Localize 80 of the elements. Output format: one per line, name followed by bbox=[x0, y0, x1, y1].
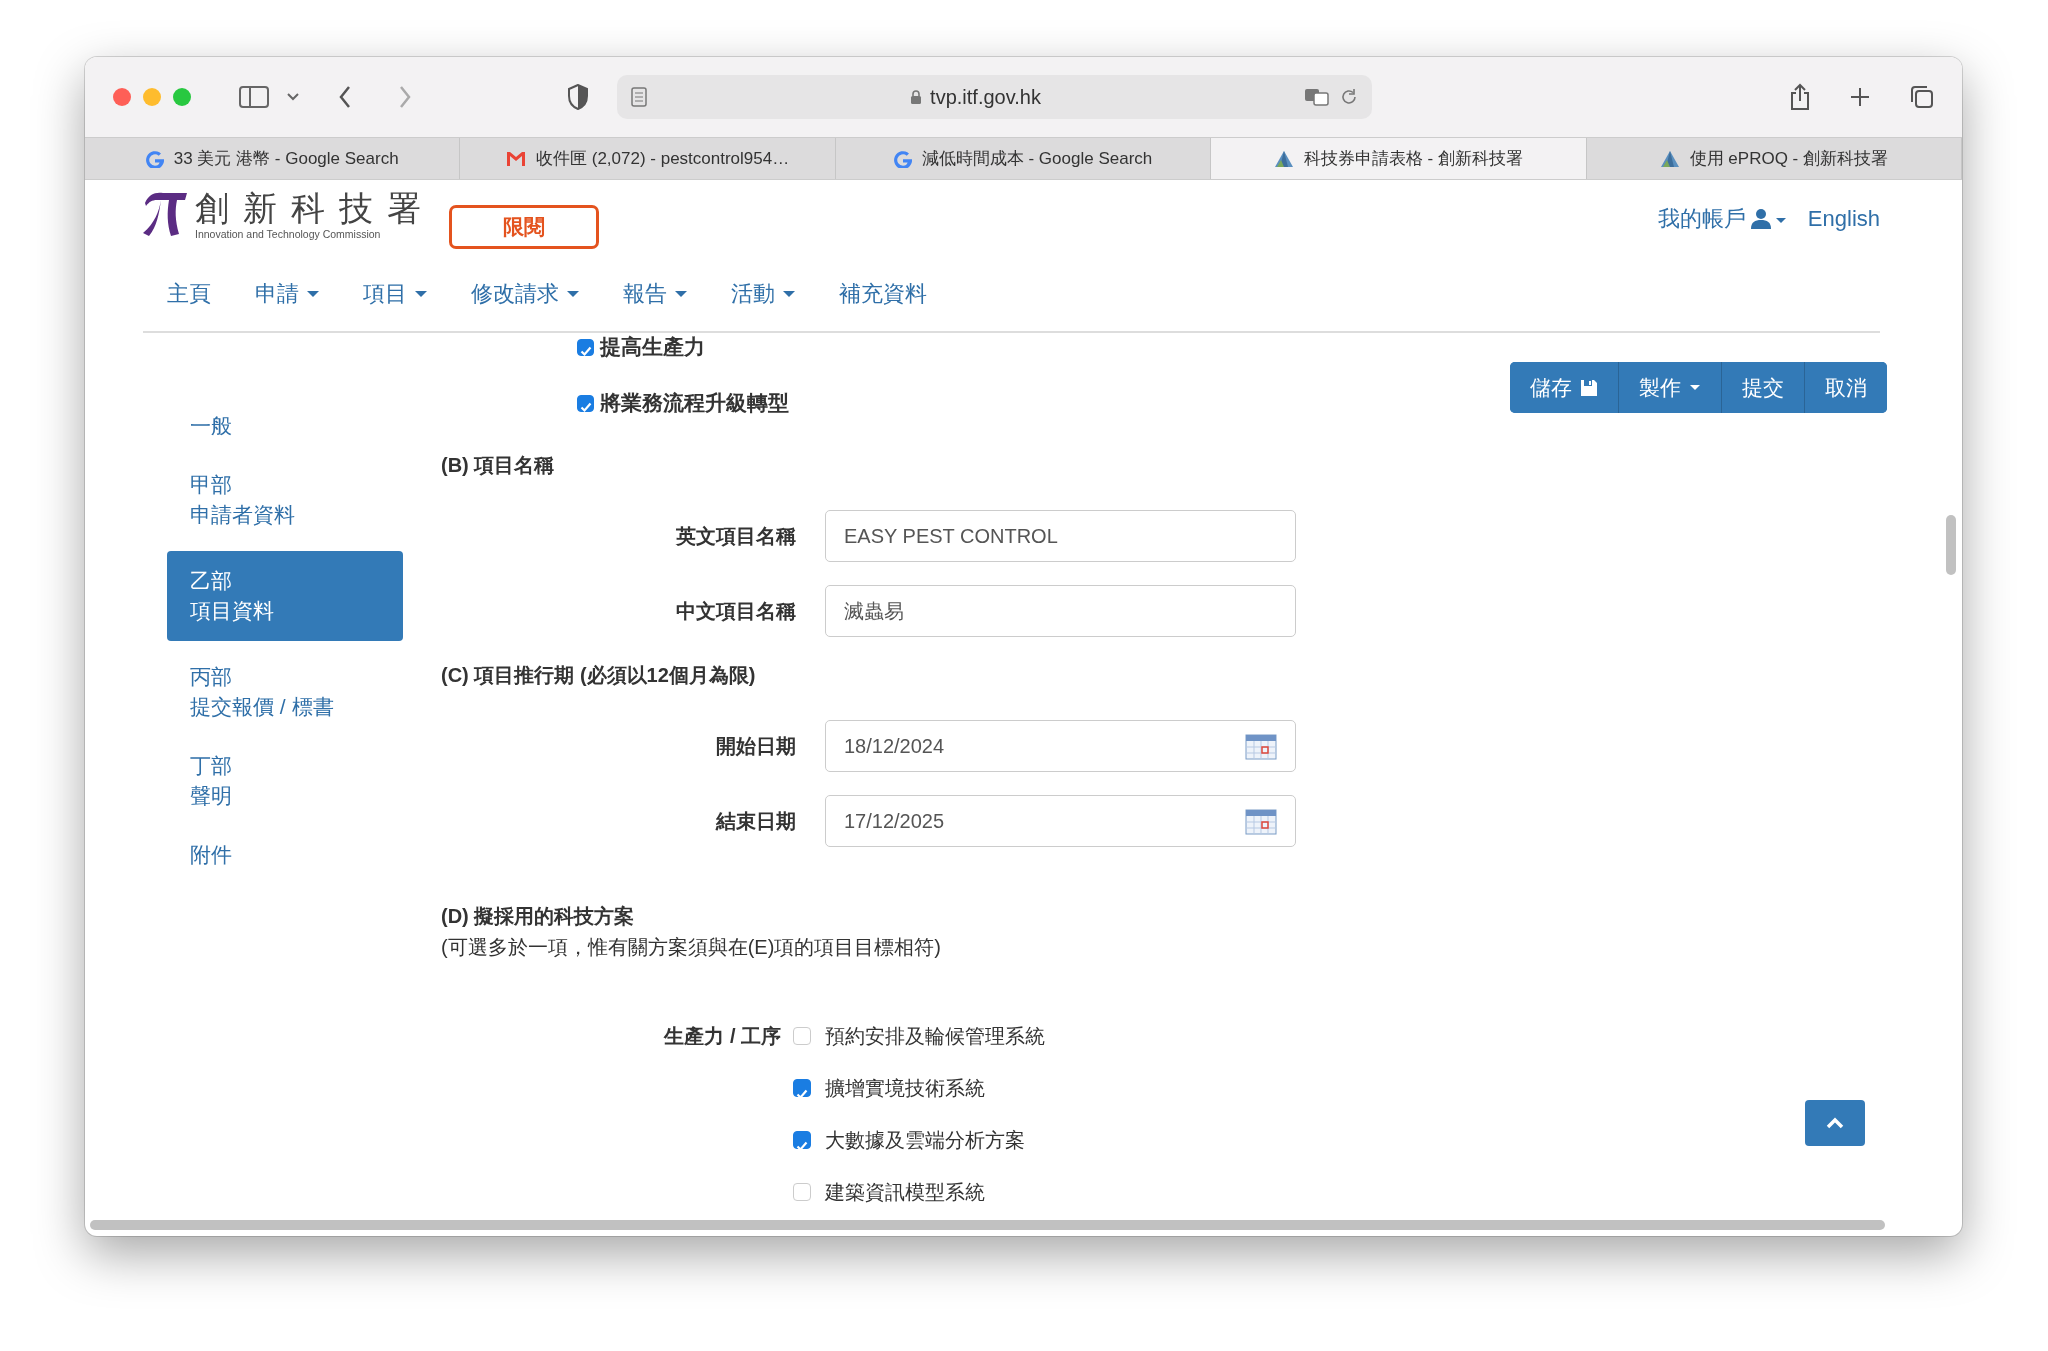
caret-icon bbox=[415, 290, 427, 297]
tab-overview-icon[interactable] bbox=[1910, 85, 1934, 109]
sidebar-icon[interactable] bbox=[239, 86, 269, 108]
section-heading: (D) 擬採用的科技方案 bbox=[441, 904, 636, 928]
shield-icon[interactable] bbox=[567, 84, 589, 110]
input-field[interactable]: 滅蟲易 bbox=[825, 585, 1296, 637]
calendar-icon bbox=[1245, 731, 1277, 761]
caret-icon bbox=[675, 290, 687, 297]
mountain-icon bbox=[1273, 149, 1294, 168]
scrollbar-thumb[interactable] bbox=[90, 1220, 1885, 1230]
mail-icon bbox=[506, 149, 526, 168]
sidebar-item[interactable]: 丙部 提交報價 / 標書 bbox=[167, 654, 403, 730]
browser-tab[interactable]: 收件匣 (2,072) - pestcontrol954… bbox=[460, 138, 836, 179]
reload-icon[interactable] bbox=[1340, 88, 1358, 106]
nav-link[interactable]: 補充資料 bbox=[839, 278, 927, 309]
checkbox[interactable] bbox=[793, 1027, 811, 1045]
section-heading: (B) 項目名稱 bbox=[441, 453, 556, 477]
field-label: 結束日期 bbox=[714, 808, 797, 834]
group-label: 生產力 / 工序 bbox=[662, 1024, 782, 1049]
chevron-down-icon[interactable] bbox=[287, 93, 299, 101]
caret-icon bbox=[783, 290, 795, 297]
new-tab-icon[interactable] bbox=[1850, 87, 1870, 107]
google-icon bbox=[145, 149, 164, 168]
nav-link[interactable]: 修改請求 bbox=[471, 278, 579, 309]
toolbar-button[interactable]: 儲存 bbox=[1510, 362, 1619, 413]
nav-link[interactable]: 活動 bbox=[731, 278, 795, 309]
share-icon[interactable] bbox=[1790, 83, 1810, 111]
checkbox[interactable] bbox=[577, 394, 594, 412]
nav-link[interactable]: 項目 bbox=[363, 278, 427, 309]
checkbox-label: 將業務流程升級轉型 bbox=[600, 390, 789, 416]
chevron-up-icon bbox=[1826, 1117, 1844, 1129]
google-icon bbox=[893, 149, 912, 168]
browser-tab[interactable]: 使用 ePROQ - 創新科技署 bbox=[1586, 138, 1962, 179]
mountain-icon bbox=[1659, 149, 1680, 168]
translate-icon[interactable] bbox=[1304, 87, 1330, 107]
input-field[interactable]: 17/12/2025 bbox=[825, 795, 1296, 847]
caret-icon bbox=[567, 290, 579, 297]
sidebar-item[interactable]: 丁部 聲明 bbox=[167, 743, 403, 819]
logo-subtitle: Innovation and Technology Commission bbox=[195, 228, 382, 240]
checkbox[interactable] bbox=[793, 1079, 811, 1097]
back-icon[interactable] bbox=[339, 86, 351, 108]
section-note: (可選多於一項，惟有關方案須與在(E)項的項目目標相符) bbox=[441, 935, 942, 960]
field-label: 開始日期 bbox=[715, 733, 797, 759]
nav-link[interactable]: 報告 bbox=[623, 278, 687, 309]
logo-title: 創新科技署 bbox=[195, 188, 435, 228]
nav-link[interactable]: 主頁 bbox=[167, 278, 211, 309]
section-heading: (C) 項目推行期 (必須以12個月為限) bbox=[441, 663, 757, 687]
checkbox[interactable] bbox=[577, 338, 594, 356]
sidebar-item[interactable]: 甲部 申請者資料 bbox=[167, 462, 403, 538]
save-icon bbox=[1580, 378, 1598, 397]
checkbox[interactable] bbox=[793, 1183, 811, 1201]
checkbox[interactable] bbox=[793, 1131, 811, 1149]
restricted-badge: 限閱 bbox=[449, 205, 599, 249]
reader-icon[interactable] bbox=[631, 87, 647, 107]
back-to-top-button[interactable] bbox=[1805, 1100, 1865, 1146]
sidebar-item[interactable]: 附件 bbox=[167, 832, 403, 878]
caret-icon bbox=[1689, 384, 1701, 391]
checkbox-label: 建築資訊模型系統 bbox=[825, 1180, 985, 1205]
checkbox-label: 擴增實境技術系統 bbox=[825, 1076, 985, 1101]
address-field[interactable]: tvp.itf.gov.hk bbox=[930, 85, 1041, 109]
checkbox-label: 預約安排及輪候管理系統 bbox=[825, 1024, 1045, 1049]
checkbox-label: 大數據及雲端分析方案 bbox=[825, 1128, 1025, 1153]
field-label: 中文項目名稱 bbox=[675, 598, 797, 624]
lock-icon bbox=[910, 89, 923, 105]
scrollbar-thumb[interactable] bbox=[1946, 515, 1956, 575]
close-button[interactable] bbox=[113, 88, 131, 106]
account-menu[interactable]: 我的帳戶 bbox=[1657, 204, 1786, 234]
language-link[interactable]: English bbox=[1807, 206, 1880, 232]
input-field[interactable]: EASY PEST CONTROL bbox=[825, 510, 1296, 562]
calendar-icon bbox=[1245, 806, 1277, 836]
browser-tab[interactable]: 科技券申請表格 - 創新科技署 bbox=[1211, 138, 1587, 179]
caret-icon bbox=[307, 290, 319, 297]
sidebar-item[interactable]: 一般 bbox=[167, 403, 403, 449]
browser-tab[interactable]: 33 美元 港幣 - Google Search bbox=[85, 138, 461, 179]
nav-link[interactable]: 申請 bbox=[255, 278, 319, 309]
input-field[interactable]: 18/12/2024 bbox=[825, 720, 1296, 772]
sidebar-item[interactable]: 乙部 項目資料 bbox=[167, 551, 403, 641]
checkbox-label: 提高生產力 bbox=[600, 334, 705, 360]
user-icon bbox=[1749, 208, 1786, 230]
field-label: 英文項目名稱 bbox=[675, 523, 797, 549]
